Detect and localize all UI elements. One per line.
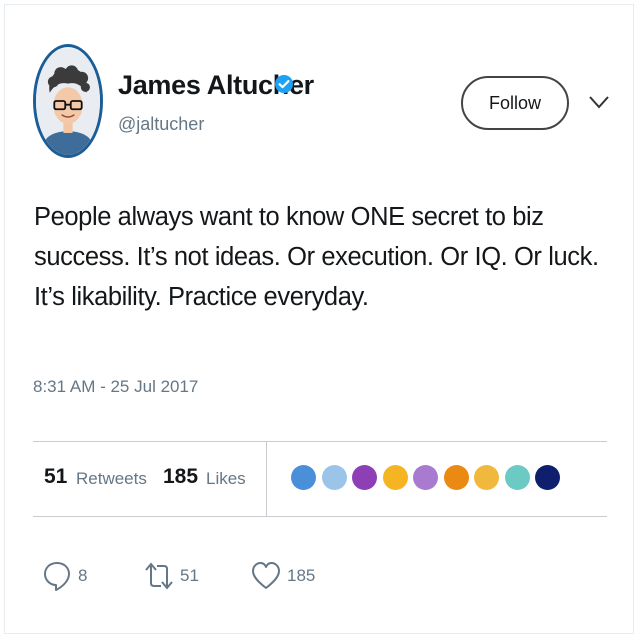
reply-button[interactable]: 8	[42, 556, 87, 596]
user-handle[interactable]: @jaltucher	[118, 114, 204, 135]
liker-avatar[interactable]	[504, 465, 530, 490]
reply-count: 8	[78, 566, 88, 585]
follow-button[interactable]: Follow	[461, 76, 569, 130]
liker-avatar[interactable]	[443, 465, 469, 490]
chevron-down-icon[interactable]	[588, 95, 610, 109]
retweet-button[interactable]: 51	[144, 556, 199, 596]
liker-avatar[interactable]	[321, 465, 347, 490]
avatar-illustration	[36, 48, 100, 155]
likes-label[interactable]: Likes	[206, 469, 246, 489]
stats-separator	[266, 441, 267, 517]
likes-count[interactable]: 185	[163, 465, 198, 489]
avatar[interactable]	[33, 44, 103, 158]
liker-avatar[interactable]	[382, 465, 408, 490]
liker-avatar[interactable]	[413, 465, 438, 490]
like-action-count: 185	[287, 566, 316, 585]
divider	[33, 516, 607, 517]
tweet-timestamp[interactable]: 8:31 AM - 25 Jul 2017	[33, 377, 198, 397]
retweet-icon	[145, 562, 173, 590]
liker-avatar[interactable]	[474, 465, 499, 490]
retweets-label[interactable]: Retweets	[76, 469, 147, 489]
verified-badge-icon	[275, 75, 293, 93]
liker-avatar[interactable]	[291, 465, 316, 490]
tweet-text: People always want to know ONE secret to…	[34, 203, 599, 311]
retweets-count[interactable]: 51	[44, 465, 67, 489]
heart-icon	[252, 562, 280, 589]
liker-avatar[interactable]	[352, 465, 377, 490]
divider	[33, 441, 607, 442]
like-button[interactable]: 185	[251, 556, 315, 596]
reply-icon	[44, 562, 70, 591]
liker-avatar[interactable]	[535, 465, 560, 490]
retweet-action-count: 51	[180, 566, 199, 585]
